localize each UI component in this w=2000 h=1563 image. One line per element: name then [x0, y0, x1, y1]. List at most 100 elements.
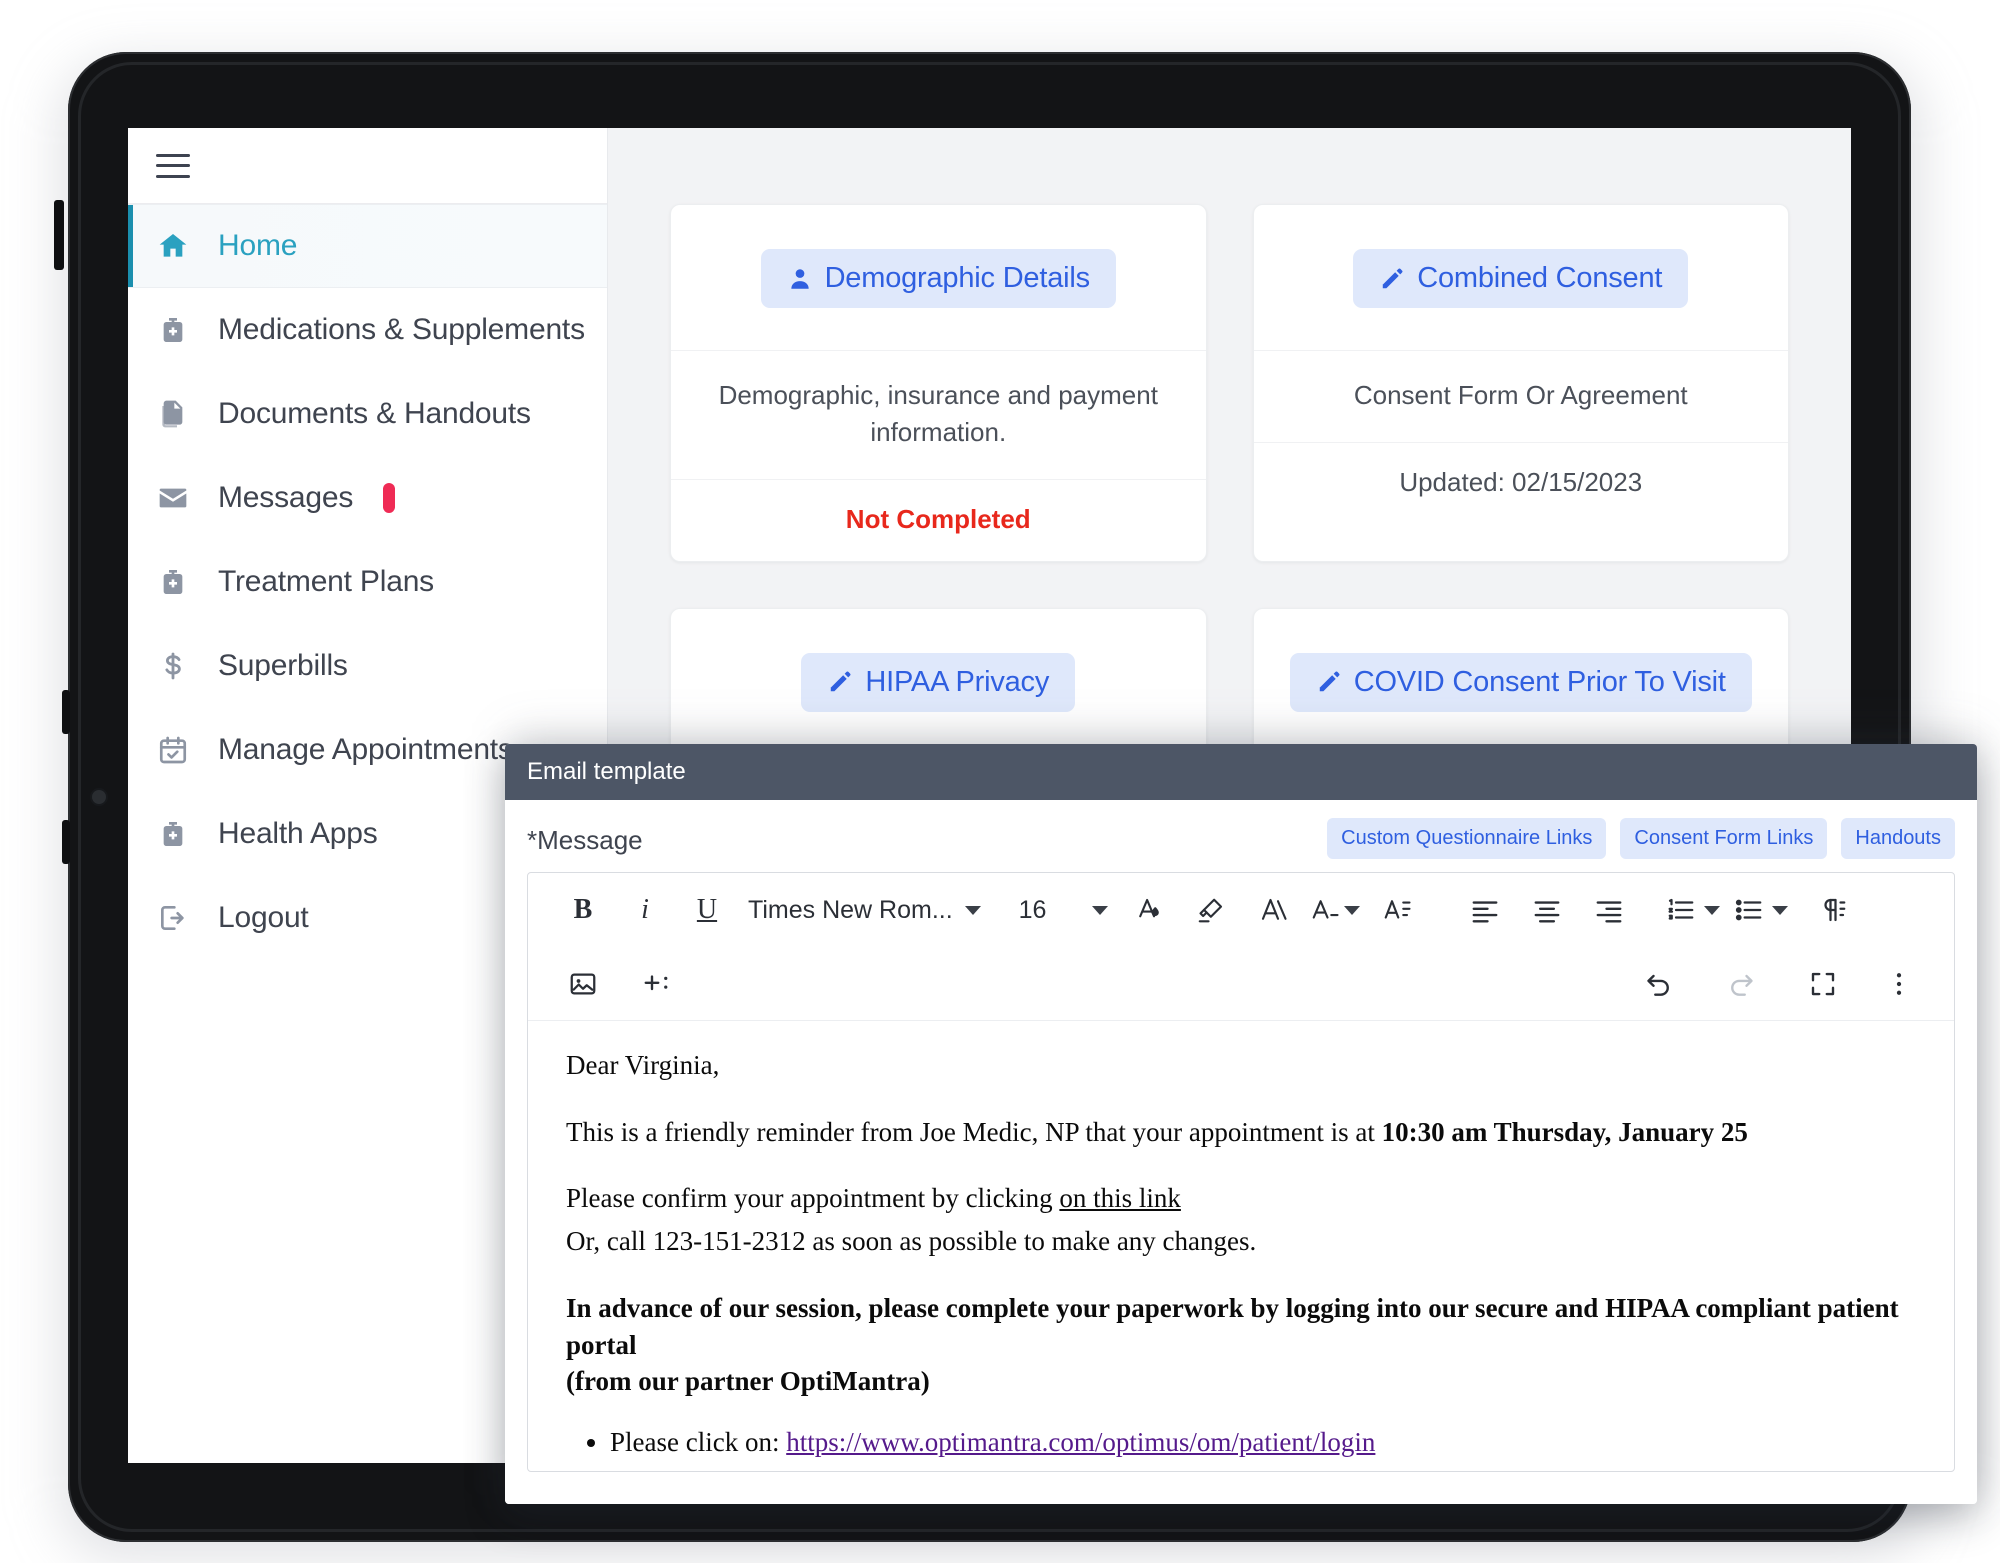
paragraph-direction-icon[interactable]: [1802, 881, 1864, 939]
dialog-titlebar: Email template: [505, 744, 1977, 800]
sidebar-item-home[interactable]: Home: [128, 204, 607, 288]
dollar-icon: [156, 649, 190, 683]
updated-date: Updated: 02/15/2023: [1399, 466, 1643, 497]
appointment-datetime: 10:30 am Thursday, January 25: [1381, 1116, 1748, 1147]
combined-consent-button[interactable]: Combined Consent: [1353, 249, 1689, 308]
sidebar-item-label: Logout: [218, 901, 309, 934]
document-icon: [156, 397, 190, 431]
font-family-select[interactable]: Times New Rom...: [738, 896, 991, 925]
undo-icon[interactable]: [1628, 955, 1690, 1013]
sidebar-item-messages[interactable]: Messages: [128, 456, 607, 540]
screenshot-root: Home Medications & Supplements Documents…: [0, 0, 2000, 1563]
messages-notification-dot: [383, 483, 396, 513]
envelope-icon: [156, 481, 190, 515]
dialog-title: Email template: [527, 758, 686, 785]
more-options-icon[interactable]: [1868, 955, 1930, 1013]
sidebar-item-superbills[interactable]: Superbills: [128, 624, 607, 708]
sidebar-item-label: Treatment Plans: [218, 565, 434, 598]
insert-image-icon[interactable]: [552, 955, 614, 1013]
custom-questionnaire-links-button[interactable]: Custom Questionnaire Links: [1327, 818, 1607, 859]
hipaa-privacy-button[interactable]: HIPAA Privacy: [801, 652, 1076, 712]
align-left-icon[interactable]: [1454, 881, 1516, 939]
font-family-value: Times New Rom...: [748, 895, 953, 924]
card-header: Demographic Details: [671, 205, 1206, 350]
sidebar-item-label: Home: [218, 229, 298, 262]
form-card-combined-consent: Combined Consent Consent Form Or Agreeme…: [1252, 204, 1789, 562]
numbered-list-icon[interactable]: [1666, 881, 1721, 939]
italic-button[interactable]: i: [614, 881, 676, 939]
chevron-down-icon: [1344, 905, 1361, 915]
covid-consent-label: COVID Consent Prior To Visit: [1353, 665, 1726, 698]
confirm-line: Please confirm your appointment by click…: [566, 1180, 1916, 1217]
sidebar-item-medications-supplements[interactable]: Medications & Supplements: [128, 288, 607, 372]
pencil-icon: [1319, 671, 1340, 692]
sidebar-item-label: Medications & Supplements: [218, 313, 585, 346]
handouts-button[interactable]: Handouts: [1841, 818, 1955, 859]
tablet-volume-down-button: [62, 820, 70, 864]
calendar-check-icon: [156, 733, 190, 767]
advance-line-1: In advance of our session, please comple…: [566, 1292, 1899, 1360]
font-size-value: 16: [1018, 895, 1047, 924]
fullscreen-icon[interactable]: [1792, 955, 1854, 1013]
highlight-color-icon[interactable]: [1180, 881, 1242, 939]
logout-icon: [156, 901, 190, 935]
insert-element-icon[interactable]: [626, 955, 688, 1013]
bullet-prefix: Please click on:: [610, 1427, 787, 1458]
covid-consent-button[interactable]: COVID Consent Prior To Visit: [1289, 652, 1752, 712]
greeting-line: Dear Virginia,: [566, 1050, 720, 1080]
confirmation-link[interactable]: on this link: [1059, 1183, 1181, 1213]
font-size-select[interactable]: 16: [1009, 896, 1119, 925]
list-item: If this is your first time logging in to…: [610, 1465, 1916, 1471]
dialog-body: Custom Questionnaire Links Consent Form …: [505, 800, 1977, 1504]
pencil-icon: [831, 671, 851, 692]
bulleted-list-icon[interactable]: [1734, 881, 1789, 939]
medkit-icon: [156, 817, 190, 851]
bullet-bold: If this is your first time logging in to…: [610, 1468, 1240, 1471]
medkit-icon: [156, 313, 190, 347]
sidebar-item-label: Messages: [218, 481, 354, 514]
editor-toolbar-row-1: B i U Times New Rom... 16: [528, 873, 1954, 947]
user-icon: [790, 268, 809, 289]
card-description: Consent Form Or Agreement: [1253, 350, 1788, 442]
form-card-demographic-details: Demographic Details Demographic, insuran…: [670, 204, 1207, 562]
sidebar-item-label: Manage Appointments: [218, 733, 513, 766]
font-style-icon[interactable]: [1304, 881, 1366, 939]
redo-icon[interactable]: [1710, 955, 1772, 1013]
email-message-body[interactable]: Dear Virginia, This is a friendly remind…: [528, 1021, 1954, 1471]
hipaa-privacy-label: HIPAA Privacy: [865, 665, 1050, 698]
sidebar-item-documents-handouts[interactable]: Documents & Handouts: [128, 372, 607, 456]
list-item: Please click on: https://www.optimantra.…: [610, 1424, 1916, 1461]
status-badge: Not Completed: [845, 503, 1031, 534]
email-template-dialog: Email template Custom Questionnaire Link…: [505, 744, 1977, 1504]
home-icon: [156, 229, 190, 263]
advance-paragraph: In advance of our session, please comple…: [566, 1290, 1916, 1400]
hamburger-menu-icon[interactable]: [156, 153, 190, 178]
clear-formatting-icon[interactable]: [1242, 881, 1304, 939]
sidebar-header: [128, 128, 607, 204]
tablet-power-button: [54, 200, 64, 270]
reminder-line: This is a friendly reminder from Joe Med…: [566, 1114, 1916, 1151]
align-center-icon[interactable]: [1516, 881, 1578, 939]
card-header: HIPAA Privacy: [671, 609, 1206, 754]
tablet-front-camera: [92, 790, 106, 804]
instructions-list: Please click on: https://www.optimantra.…: [610, 1424, 1916, 1471]
forms-card-grid: Demographic Details Demographic, insuran…: [670, 204, 1789, 820]
line-height-icon[interactable]: [1366, 881, 1428, 939]
underline-button[interactable]: U: [676, 881, 738, 939]
consent-form-links-button[interactable]: Consent Form Links: [1620, 818, 1828, 859]
sidebar-item-label: Health Apps: [218, 817, 378, 850]
tablet-volume-up-button: [62, 690, 70, 734]
sidebar-item-treatment-plans[interactable]: Treatment Plans: [128, 540, 607, 624]
editor-toolbar-row-2: [528, 947, 1954, 1021]
patient-portal-link[interactable]: https://www.optimantra.com/optimus/om/pa…: [786, 1427, 1375, 1457]
card-header: Combined Consent: [1254, 205, 1789, 350]
confirm-prefix: Please confirm your appointment by click…: [566, 1183, 1060, 1214]
reminder-prefix: This is a friendly reminder from Joe Med…: [566, 1116, 1382, 1147]
text-color-icon[interactable]: [1118, 881, 1180, 939]
combined-consent-label: Combined Consent: [1417, 262, 1663, 294]
align-right-icon[interactable]: [1578, 881, 1640, 939]
chevron-down-icon: [1092, 905, 1109, 915]
pencil-icon: [1383, 268, 1403, 288]
demographic-details-button[interactable]: Demographic Details: [760, 249, 1116, 308]
bold-button[interactable]: B: [552, 881, 614, 939]
